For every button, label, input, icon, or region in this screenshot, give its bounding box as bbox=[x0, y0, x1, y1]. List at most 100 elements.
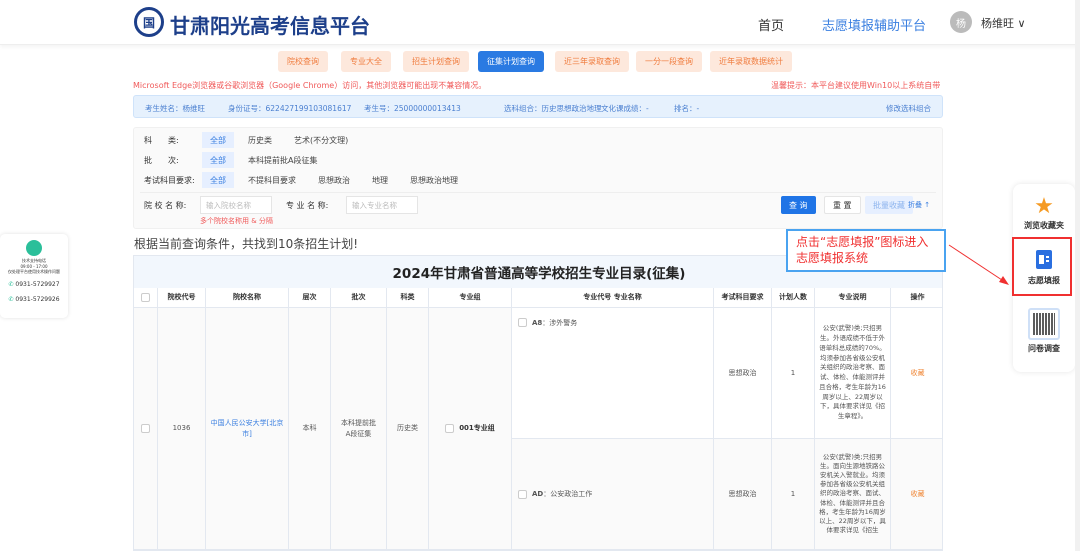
select-all-checkbox[interactable] bbox=[141, 293, 150, 302]
school-name-label: 院 校 名 称: bbox=[144, 200, 187, 210]
filter-option[interactable]: 本科提前批A段征集 bbox=[240, 152, 325, 168]
tech-support-card: 技术支持电话 09:00 - 17:00 仅处理平台使用技术操作问题 ✆ 093… bbox=[0, 234, 68, 318]
filter-option[interactable]: 全部 bbox=[202, 152, 234, 168]
filter-label: 考试科目要求: bbox=[144, 175, 195, 185]
result-summary: 根据当前查询条件，共找到10条招生计划! bbox=[134, 237, 359, 251]
divider bbox=[140, 192, 936, 193]
scrollbar[interactable] bbox=[1075, 0, 1080, 551]
filter-option[interactable]: 历史类 bbox=[240, 132, 280, 148]
table-row-major: AD ：公安政治工作 bbox=[512, 439, 714, 550]
filter-category: 科 类: 全部 历史类 艺术(不分文理) bbox=[144, 132, 362, 148]
major-name-label: 专 业 名 称: bbox=[286, 200, 329, 210]
filter-option[interactable]: 思想政治地理 bbox=[402, 172, 466, 188]
major-group: 001专业组 bbox=[429, 308, 512, 550]
school-name-link[interactable]: 中国人民公安大学[北京市] bbox=[206, 308, 289, 550]
col-header: 专业代号 专业名称 bbox=[512, 288, 714, 308]
major-description: 公安(武警)类;只招男生。外语成绩不低于外语单科总成绩的70%。均须参加各省级公… bbox=[815, 308, 891, 439]
major-code: AD bbox=[532, 489, 544, 498]
enrollment-table: 2024年甘肃省普通高等学校招生专业目录(征集) 院校代号 院校名称 层次 批次… bbox=[133, 255, 943, 551]
modify-combo-link[interactable]: 修改选科组合 bbox=[886, 103, 931, 114]
nav-home[interactable]: 首页 bbox=[758, 15, 784, 34]
exam-number: 考生号：25000000013413 bbox=[364, 104, 461, 113]
favorites-button[interactable]: ★ 浏览收藏夹 bbox=[1013, 194, 1075, 231]
school-code: 1036 bbox=[158, 308, 206, 550]
tab-3yr-admission[interactable]: 近三年录取查询 bbox=[555, 51, 629, 72]
support-phone-1[interactable]: ✆ 0931-5729927 bbox=[0, 281, 68, 288]
school-hint: 多个院校名称用 & 分隔 bbox=[200, 217, 273, 225]
chevron-down-icon: ∨ bbox=[1017, 17, 1026, 30]
header: 国 甘肃阳光高考信息平台 首页 志愿填报辅助平台 杨 杨维旺 ∨ bbox=[0, 0, 1080, 45]
col-header: 计划人数 bbox=[772, 288, 815, 308]
group-checkbox[interactable] bbox=[445, 424, 455, 433]
major-name: ：涉外警务 bbox=[542, 319, 578, 327]
filter-batch: 批 次: 全部 本科提前批A段征集 bbox=[144, 152, 331, 168]
logo-text: 国 bbox=[142, 15, 155, 30]
major-name-input[interactable]: 输入专业名称 bbox=[346, 196, 418, 214]
col-header: 院校名称 bbox=[206, 288, 289, 308]
site-logo[interactable]: 国 bbox=[134, 7, 164, 37]
user-name: 杨维旺 bbox=[981, 17, 1014, 30]
filter-label: 批 次: bbox=[144, 155, 179, 165]
filter-option[interactable]: 思想政治 bbox=[310, 172, 358, 188]
support-note: 仅处理平台使用技术操作问题 bbox=[8, 269, 60, 274]
col-header: 操作 bbox=[891, 288, 942, 308]
level: 本科 bbox=[289, 308, 331, 550]
filter-subject: 考试科目要求: 全部 不提科目要求 思想政治 地理 思想政治地理 bbox=[144, 172, 472, 188]
support-phone-2[interactable]: ✆ 0931-5729926 bbox=[0, 296, 68, 303]
highlight-box bbox=[1012, 237, 1072, 296]
student-info-bar: 考生姓名：杨维旺 身份证号：622427199103081617 考生号：250… bbox=[133, 95, 943, 118]
qr-code-icon bbox=[1028, 308, 1060, 340]
row-checkbox[interactable] bbox=[141, 424, 150, 433]
major-checkbox[interactable] bbox=[518, 318, 527, 327]
phone-icon: ✆ bbox=[8, 281, 14, 288]
survey-label: 问卷调查 bbox=[1028, 344, 1060, 353]
tab-major-list[interactable]: 专业大全 bbox=[341, 51, 391, 72]
filter-panel: 科 类: 全部 历史类 艺术(不分文理) 批 次: 全部 本科提前批A段征集 考… bbox=[133, 127, 943, 229]
student-name: 考生姓名：杨维旺 bbox=[145, 104, 205, 113]
phone-number: 0931-5729926 bbox=[15, 296, 60, 303]
annotation-arrow bbox=[948, 244, 1009, 285]
nav-volunteer-platform[interactable]: 志愿填报辅助平台 bbox=[822, 15, 926, 34]
favorite-link[interactable]: 收藏 bbox=[891, 439, 942, 550]
subject-requirement: 思想政治 bbox=[714, 439, 772, 550]
tab-collection-plan[interactable]: 征集计划查询 bbox=[478, 51, 544, 72]
tab-plan-query[interactable]: 招生计划查询 bbox=[403, 51, 469, 72]
favorite-link[interactable]: 收藏 bbox=[891, 308, 942, 439]
filter-label: 科 类: bbox=[144, 135, 179, 145]
headset-icon bbox=[26, 240, 42, 256]
filter-option[interactable]: 全部 bbox=[202, 132, 234, 148]
col-header: 考试科目要求 bbox=[714, 288, 772, 308]
query-button[interactable]: 查 询 bbox=[781, 196, 816, 214]
survey-button[interactable]: 问卷调查 bbox=[1013, 308, 1075, 354]
col-header: 批次 bbox=[331, 288, 387, 308]
tab-school-query[interactable]: 院校查询 bbox=[278, 51, 328, 72]
major-code: A8 bbox=[532, 319, 543, 327]
filter-option[interactable]: 全部 bbox=[202, 172, 234, 188]
school-name-input[interactable]: 输入院校名称 bbox=[200, 196, 272, 214]
system-tip: 温馨提示：本平台建议使用Win10以上系统自带 bbox=[771, 81, 941, 90]
tab-score-rank[interactable]: 一分一段查询 bbox=[636, 51, 702, 72]
category: 历史类 bbox=[387, 308, 429, 550]
filter-option[interactable]: 艺术(不分文理) bbox=[286, 132, 356, 148]
favorites-label: 浏览收藏夹 bbox=[1024, 221, 1064, 230]
col-header: 专业说明 bbox=[815, 288, 891, 308]
group-name: 001专业组 bbox=[459, 424, 495, 433]
col-header: 层次 bbox=[289, 288, 331, 308]
user-menu[interactable]: 杨维旺 ∨ bbox=[981, 15, 1026, 31]
tab-admission-stats[interactable]: 近年录取数据统计 bbox=[710, 51, 792, 72]
rank: 排名：- bbox=[674, 104, 700, 113]
browser-warning: Microsoft Edge浏览器或谷歌浏览器（Google Chrome）访问… bbox=[133, 81, 487, 90]
collapse-toggle[interactable]: 折叠 ↑ bbox=[908, 196, 930, 214]
star-icon: ★ bbox=[1034, 194, 1054, 219]
reset-button[interactable]: 重 置 bbox=[824, 196, 861, 214]
filter-option[interactable]: 地理 bbox=[364, 172, 396, 188]
site-title[interactable]: 甘肃阳光高考信息平台 bbox=[170, 10, 370, 39]
avatar[interactable]: 杨 bbox=[950, 11, 972, 33]
subject-combo: 选科组合：历史思想政治地理 bbox=[504, 104, 602, 113]
plan-count: 1 bbox=[772, 308, 815, 439]
major-checkbox[interactable] bbox=[518, 489, 527, 499]
phone-number: 0931-5729927 bbox=[15, 281, 60, 288]
filter-option[interactable]: 不提科目要求 bbox=[240, 172, 304, 188]
batch-favorite-button[interactable]: 批量收藏 bbox=[865, 196, 913, 214]
subject-requirement: 思想政治 bbox=[714, 308, 772, 439]
